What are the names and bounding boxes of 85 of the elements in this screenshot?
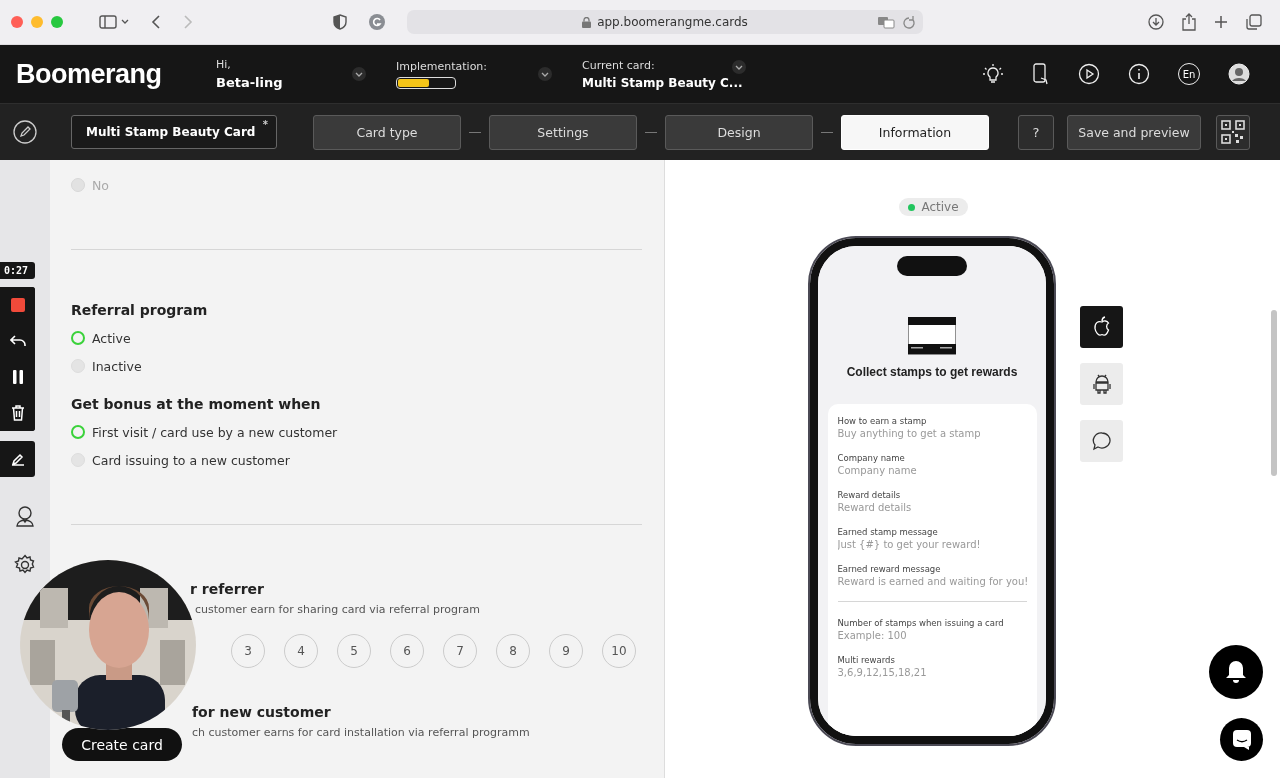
user-name: Beta-ling xyxy=(216,75,284,90)
support-chat-button[interactable] xyxy=(1220,718,1263,761)
field-label: Earned reward message xyxy=(837,564,942,574)
field-label: Number of stamps when issuing a card xyxy=(837,618,1005,628)
field-label: Multi rewards xyxy=(837,655,896,665)
help-button[interactable]: ? xyxy=(1018,114,1054,150)
camera-notch xyxy=(897,256,967,276)
input-field[interactable]: Reward details xyxy=(837,502,1027,513)
current-card-label: Current card: xyxy=(582,58,656,72)
input-field[interactable]: Buy anything to get a stamp xyxy=(837,428,1027,439)
tabs-icon[interactable] xyxy=(1246,14,1262,30)
pause-icon xyxy=(11,370,24,384)
option-label: Inactive xyxy=(92,358,142,374)
section-title: Get bonus at the moment when xyxy=(71,396,322,412)
section-description: ch customer earns for card installation via referral programm xyxy=(191,726,531,739)
step-tab[interactable]: Settings xyxy=(489,114,637,150)
step-tab[interactable]: Design xyxy=(665,114,813,150)
undo-icon xyxy=(9,335,26,347)
pen-icon xyxy=(10,452,25,466)
section-description: customer earn for sharing card via referral program xyxy=(194,603,481,616)
field-label: How to earn a stamp xyxy=(837,416,928,426)
qr-code-button[interactable] xyxy=(1216,114,1250,150)
chat-button[interactable] xyxy=(1080,420,1123,462)
input-field[interactable]: 3,6,9,12,15,18,21 xyxy=(837,667,1027,678)
greeting-label: Hi, xyxy=(216,58,232,71)
sidebar-icon[interactable] xyxy=(99,15,129,29)
field-label: Reward details xyxy=(837,490,902,500)
option-label: First visit / card use by a new customer xyxy=(92,424,338,440)
scrollbar[interactable] xyxy=(1271,310,1277,476)
chevron-down-icon[interactable] xyxy=(352,67,366,81)
bell-icon xyxy=(1224,659,1248,685)
section-title: r referrer xyxy=(189,581,265,597)
settings-icon[interactable] xyxy=(14,554,36,576)
shield-icon[interactable] xyxy=(333,14,347,30)
window-controls-icon[interactable] xyxy=(11,16,63,28)
recording-timer: 0:27 xyxy=(0,262,35,279)
preview-title: Collect stamps to get rewards xyxy=(846,365,1018,379)
info-icon[interactable] xyxy=(1128,63,1150,85)
option-label: Card issuing to a new customer xyxy=(92,452,290,468)
download-icon[interactable] xyxy=(1148,14,1164,30)
lightbulb-icon[interactable] xyxy=(982,63,1004,85)
step-tab[interactable]: Card type xyxy=(313,114,461,150)
trash-icon xyxy=(10,405,25,421)
step-tab[interactable]: Information xyxy=(841,114,989,150)
chat-icon xyxy=(1231,728,1252,751)
card-name-field[interactable]: Multi Stamp Beauty Card * xyxy=(71,115,277,149)
current-card-name: Multi Stamp Beauty C... xyxy=(582,75,743,90)
option-label: Active xyxy=(92,330,131,346)
chevron-down-icon[interactable] xyxy=(538,67,552,81)
input-field[interactable]: Just {#} to get your reward! xyxy=(837,539,1027,550)
draw-button[interactable] xyxy=(0,441,35,477)
back-icon[interactable] xyxy=(151,15,161,29)
field-label: Earned stamp message xyxy=(837,527,939,537)
status-badge: Active xyxy=(899,198,968,216)
radio-button[interactable] xyxy=(71,331,85,345)
section-title: for new customer xyxy=(191,704,332,720)
input-field[interactable]: Reward is earned and waiting for you! xyxy=(837,576,1027,587)
implementation-label: Implementation: xyxy=(396,59,489,73)
logo[interactable]: Boomerang xyxy=(16,58,216,90)
input-field[interactable]: Company name xyxy=(837,465,1027,476)
android-icon xyxy=(1091,373,1112,395)
chevron-down-icon[interactable] xyxy=(732,60,746,74)
address-bar[interactable]: app.boomerangme.cards xyxy=(407,10,923,34)
android-button[interactable] xyxy=(1080,363,1123,405)
phone-icon[interactable] xyxy=(1032,63,1050,85)
user-icon[interactable] xyxy=(14,505,36,527)
notifications-button[interactable] xyxy=(1209,645,1263,699)
save-preview-button[interactable]: Save and preview xyxy=(1067,114,1201,150)
create-card-button[interactable]: Create card xyxy=(62,728,182,761)
input-field[interactable]: Example: 100 xyxy=(837,630,1027,641)
edit-icon[interactable] xyxy=(13,120,37,144)
plus-icon[interactable] xyxy=(1214,15,1228,29)
avatar-icon[interactable] xyxy=(1228,63,1250,85)
implementation-progress xyxy=(396,76,456,89)
play-icon[interactable] xyxy=(1078,63,1100,85)
radio-button[interactable] xyxy=(71,425,85,439)
extension-icon[interactable] xyxy=(369,14,385,30)
chat-icon xyxy=(1091,431,1112,451)
field-label: Company name xyxy=(837,453,906,463)
apple-button[interactable] xyxy=(1080,306,1123,348)
apple-icon xyxy=(1091,316,1112,338)
share-icon[interactable] xyxy=(1182,13,1196,31)
option-label: No xyxy=(92,177,109,193)
card-thumbnail-drawing xyxy=(908,317,956,355)
section-title: Referral program xyxy=(71,302,209,318)
